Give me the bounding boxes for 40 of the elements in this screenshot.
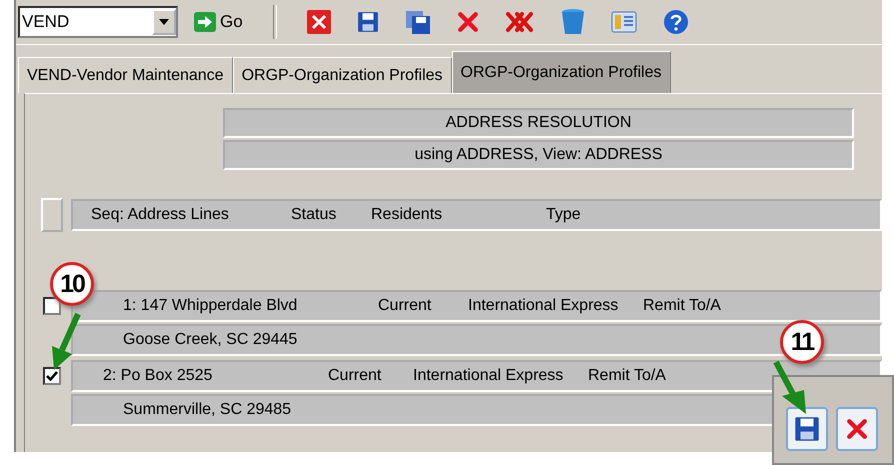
table-cell-text: Remit To/A [588,367,667,385]
save-button[interactable] [786,407,828,451]
combo-value: VEND [21,12,70,32]
column-label: Status [291,206,338,224]
table-cell-text: 1: 147 Whipperdale Blvd [122,297,298,315]
dropdown-button[interactable] [152,9,176,35]
record-row[interactable]: 2: Po Box 2525 Current International Express Remit To/A [71,360,882,392]
save-icon [794,416,820,442]
column-label: Seq: Address Lines [90,206,230,224]
close-icon [306,10,331,34]
column-label: Type [546,206,582,224]
list-window-icon [610,11,637,33]
module-combo[interactable]: VEND [18,6,178,38]
cancel-button[interactable] [836,407,878,451]
panel-subtitle: using ADDRESS, View: ADDRESS [223,140,854,170]
row-checkbox[interactable] [43,297,61,315]
table-cell-text: Remit To/A [643,297,722,315]
caret-icon [159,19,169,25]
close-icon [846,418,868,440]
help-icon [662,9,689,35]
trash-icon [560,8,585,36]
go-button[interactable]: Go [188,12,249,32]
column-label: Residents [371,206,444,224]
tab[interactable]: ORGP-Organization Profiles [452,51,670,93]
tab[interactable]: VEND-Vendor Maintenance [18,57,233,93]
table-cell-text: Goose Creek, SC 29445 [122,331,298,349]
row-checkbox[interactable] [43,367,61,385]
save-icon [356,11,379,33]
table-cell-text: International Express [413,367,564,385]
delete-icon [456,11,479,33]
table-cell-text: 2: Po Box 2525 [102,367,214,385]
double-cross-icon [504,11,535,33]
tab[interactable]: ORGP-Organization Profiles [232,57,452,93]
table-cell-text: International Express [468,297,620,315]
table-cell-text: Current [328,367,382,385]
stacked-disks-icon [404,10,431,34]
table-cell-text: Current [378,297,432,315]
table-cell-text: Summerville, SC 29485 [122,401,292,419]
check-icon [46,371,58,381]
panel-title: ADDRESS RESOLUTION [223,108,854,138]
